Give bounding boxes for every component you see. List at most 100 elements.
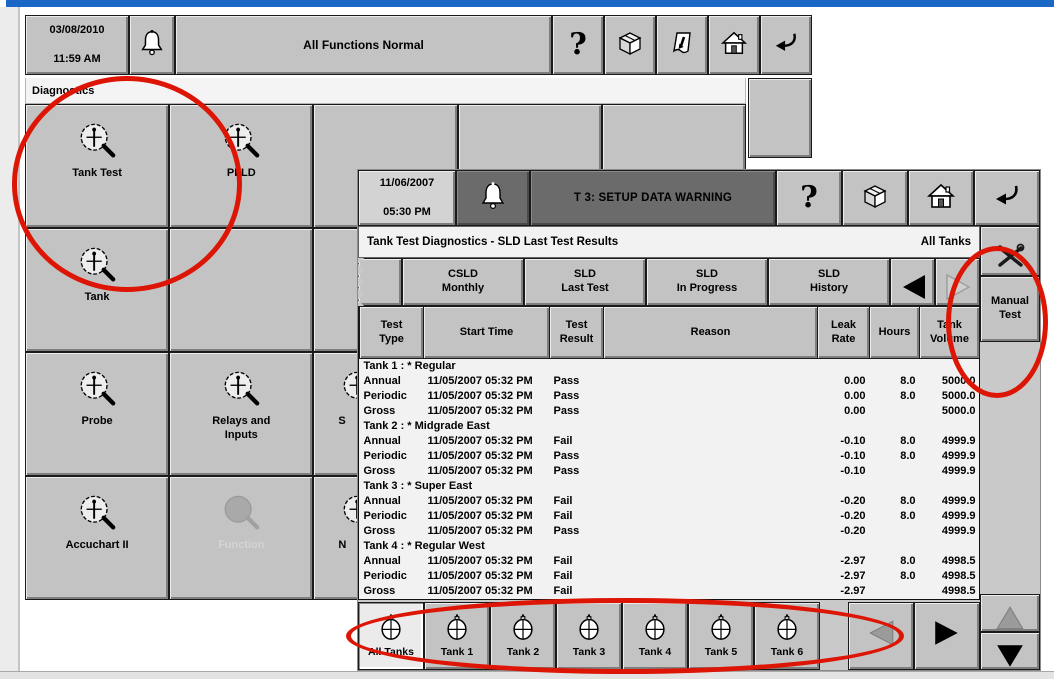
- tab-csld-monthly[interactable]: CSLD Monthly: [402, 258, 524, 306]
- tank-button-label: Tank 6: [771, 646, 803, 658]
- diag-button-label: Relays and Inputs: [212, 415, 270, 443]
- bg-side-box: [748, 78, 812, 158]
- tank-button-label: Tank 5: [705, 646, 737, 658]
- column-header-reason: Reason: [604, 307, 818, 359]
- test-result-row: Gross11/05/2007 05:32 PMPass0.005000.0: [360, 404, 980, 419]
- back-button[interactable]: [760, 15, 812, 75]
- test-result-row: Annual11/05/2007 05:32 PMPass0.008.05000…: [360, 374, 980, 389]
- tab-scroll-stub: [358, 258, 402, 306]
- tools-button[interactable]: [980, 226, 1040, 276]
- tank-button-all-tanks[interactable]: All Tanks: [358, 602, 424, 670]
- page-left-button[interactable]: [848, 602, 914, 670]
- system-status-bar: 03/08/2010 11:59 AM All Functions Normal…: [25, 15, 812, 75]
- tank-button-label: Tank 1: [441, 646, 473, 658]
- tank-button-tank-5[interactable]: Tank 5: [688, 602, 754, 670]
- page-title: Tank Test Diagnostics - SLD Last Test Re…: [367, 236, 618, 248]
- tank-button-label: Tank 3: [573, 646, 605, 658]
- datetime-display: 03/08/2010 11:59 AM: [25, 15, 129, 75]
- column-header-test-result: Test Result: [550, 307, 604, 359]
- test-results-table: Test TypeStart TimeTest ResultReasonLeak…: [358, 306, 980, 600]
- diag-button-relays-and-inputs[interactable]: Relays and Inputs: [169, 352, 313, 476]
- tank-button-tank-4[interactable]: Tank 4: [622, 602, 688, 670]
- tabs-scroll-right-button[interactable]: [935, 258, 980, 306]
- diag-button-accuchart-ii[interactable]: Accuchart II: [25, 476, 169, 600]
- scroll-down-button[interactable]: [980, 632, 1040, 670]
- column-header-test-type: Test Type: [360, 307, 424, 359]
- sidebar-filler: [980, 342, 1040, 594]
- home-button[interactable]: [708, 15, 760, 75]
- back-arrow-icon: [992, 182, 1022, 215]
- tab-bar: CSLD MonthlySLD Last TestSLD In Progress…: [358, 258, 980, 306]
- arrow-left-disabled-icon: [866, 618, 896, 653]
- test-result-row: Gross11/05/2007 05:32 PMPass-0.104999.9: [360, 464, 980, 479]
- fg-time-text: 05:30 PM: [383, 206, 431, 218]
- tab-sld-history[interactable]: SLD History: [768, 258, 890, 306]
- test-result-row: Annual11/05/2007 05:32 PMFail-0.108.0499…: [360, 434, 980, 449]
- bell-icon: [138, 28, 166, 63]
- report-button[interactable]: [656, 15, 708, 75]
- diag-button-empty: [169, 228, 313, 352]
- tank-group-row: Tank 2 : * Midgrade East: [360, 419, 980, 434]
- relays-inputs-magnifier-icon: [219, 370, 263, 410]
- tab-sld-in-progress[interactable]: SLD In Progress: [646, 258, 768, 306]
- test-result-row: Gross11/05/2007 05:32 PMFail-2.974998.5: [360, 584, 980, 599]
- tab-sld-last-test[interactable]: SLD Last Test: [524, 258, 646, 306]
- alarm-warning-message: T 3: SETUP DATA WARNING: [530, 170, 776, 226]
- test-result-row: Periodic11/05/2007 05:32 PMFail-2.978.04…: [360, 569, 980, 584]
- breadcrumb: Diagnostics: [25, 78, 746, 104]
- time-text: 11:59 AM: [53, 53, 100, 65]
- help-button[interactable]: ?: [552, 15, 604, 75]
- test-result-row: Periodic11/05/2007 05:32 PMPass0.008.050…: [360, 389, 980, 404]
- test-result-row: Periodic11/05/2007 05:32 PMFail-0.208.04…: [360, 509, 980, 524]
- tank-selector-bar: All Tanks Tank 1 Tank 2 Tank 3 Tank 4 Ta…: [358, 602, 980, 670]
- page-left-margin: [0, 7, 20, 671]
- tank-gauge-icon: [509, 613, 537, 644]
- diag-button-tank-test[interactable]: Tank Test: [25, 104, 169, 228]
- diag-button-label: Tank Test: [72, 167, 122, 181]
- back-arrow-icon: [772, 30, 800, 61]
- package-icon: [861, 182, 889, 215]
- column-header-start-time: Start Time: [424, 307, 550, 359]
- manual-test-button[interactable]: Manual Test: [980, 276, 1040, 342]
- help-icon: ?: [800, 183, 818, 213]
- system-status-message: All Functions Normal: [175, 15, 552, 75]
- column-header-tank-volume: Tank Volume: [920, 307, 980, 359]
- fg-status-bar: 11/06/2007 05:30 PM T 3: SETUP DATA WARN…: [358, 170, 1040, 226]
- test-result-row: Periodic11/05/2007 05:32 PMPass-0.108.04…: [360, 449, 980, 464]
- package-button[interactable]: [842, 170, 908, 226]
- plld-magnifier-icon: [219, 122, 263, 162]
- tabs-scroll-left-button[interactable]: [890, 258, 935, 306]
- tank-button-tank-6[interactable]: Tank 6: [754, 602, 820, 670]
- bell-icon: [478, 180, 508, 217]
- scroll-up-button[interactable]: [980, 594, 1040, 632]
- page-title-bar: Tank Test Diagnostics - SLD Last Test Re…: [358, 226, 980, 258]
- diag-button-label: Tank: [85, 291, 110, 305]
- diag-button-label: Accuchart II: [66, 539, 129, 553]
- right-sidebar: Manual Test: [980, 226, 1040, 670]
- alarm-bell-button[interactable]: [129, 15, 175, 75]
- diag-button-plld[interactable]: PLLD: [169, 104, 313, 228]
- date-text: 03/08/2010: [49, 24, 104, 36]
- tank-test-diagnostics-window: 11/06/2007 05:30 PM T 3: SETUP DATA WARN…: [358, 170, 1040, 670]
- fg-date-text: 11/06/2007: [380, 177, 434, 189]
- home-icon: [720, 30, 748, 61]
- tank-group-row: Tank 1 : * Regular: [360, 359, 980, 374]
- bar-spacer: [820, 602, 848, 670]
- tank-button-tank-2[interactable]: Tank 2: [490, 602, 556, 670]
- tank-gauge-icon: [641, 613, 669, 644]
- probe-magnifier-icon: [75, 370, 119, 410]
- fg-alarm-bell-button[interactable]: [456, 170, 530, 226]
- back-button[interactable]: [974, 170, 1040, 226]
- tank-gauge-icon: [377, 613, 405, 644]
- tank-button-tank-1[interactable]: Tank 1: [424, 602, 490, 670]
- page-right-button[interactable]: [914, 602, 980, 670]
- diag-button-tank[interactable]: Tank: [25, 228, 169, 352]
- help-button[interactable]: ?: [776, 170, 842, 226]
- tank-test-magnifier-icon: [75, 122, 119, 162]
- column-header-hours: Hours: [870, 307, 920, 359]
- home-button[interactable]: [908, 170, 974, 226]
- arrow-left-icon: [899, 259, 927, 306]
- tank-button-tank-3[interactable]: Tank 3: [556, 602, 622, 670]
- diag-button-probe[interactable]: Probe: [25, 352, 169, 476]
- package-button[interactable]: [604, 15, 656, 75]
